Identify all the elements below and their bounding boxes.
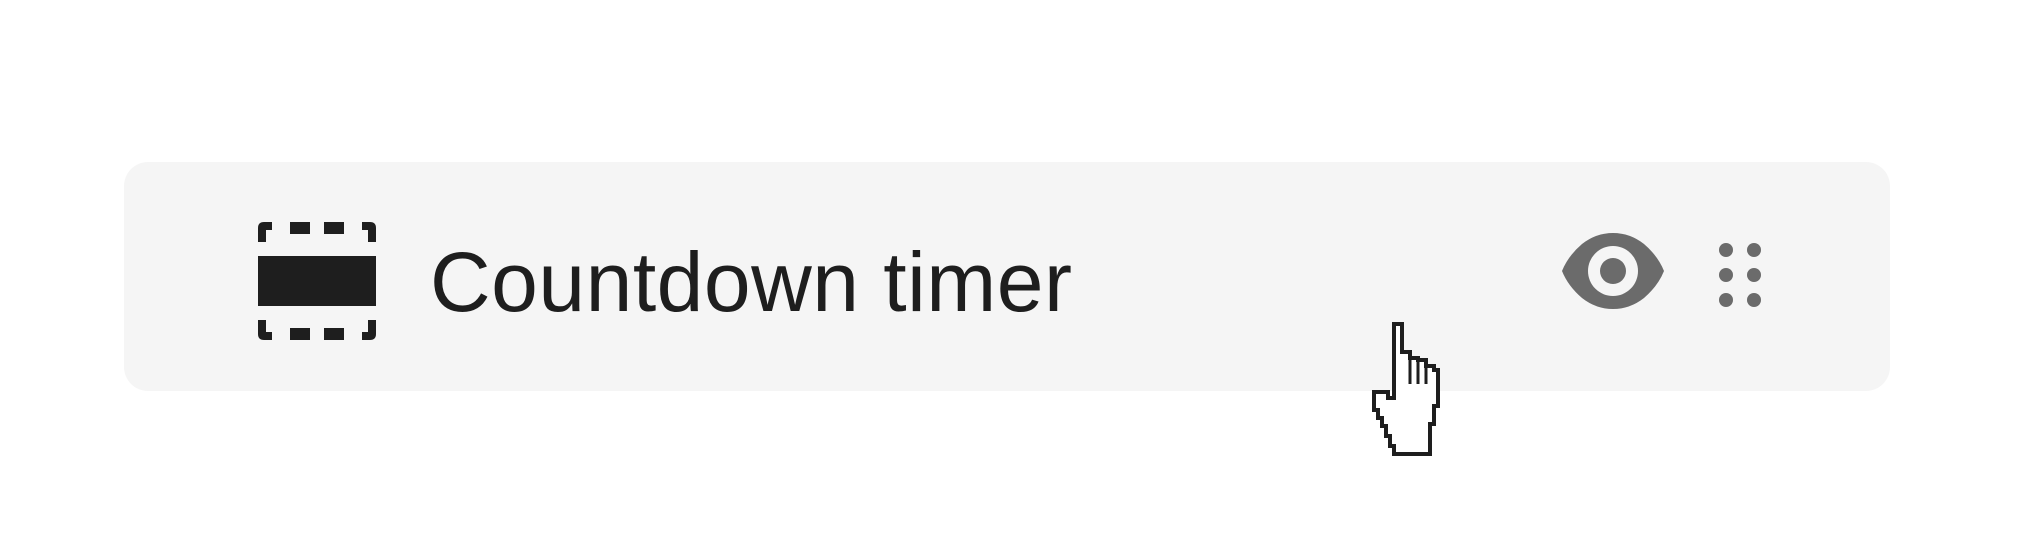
block-label: Countdown timer <box>430 235 1073 329</box>
stage: Countdown timer <box>0 0 2024 550</box>
drag-handle-icon <box>1719 243 1761 307</box>
countdown-block-icon <box>258 222 376 340</box>
visibility-toggle-button[interactable] <box>1560 230 1666 312</box>
eye-icon <box>1562 233 1664 309</box>
drag-handle-button[interactable] <box>1718 242 1762 308</box>
countdown-timer-block-row[interactable]: Countdown timer <box>124 162 1890 391</box>
